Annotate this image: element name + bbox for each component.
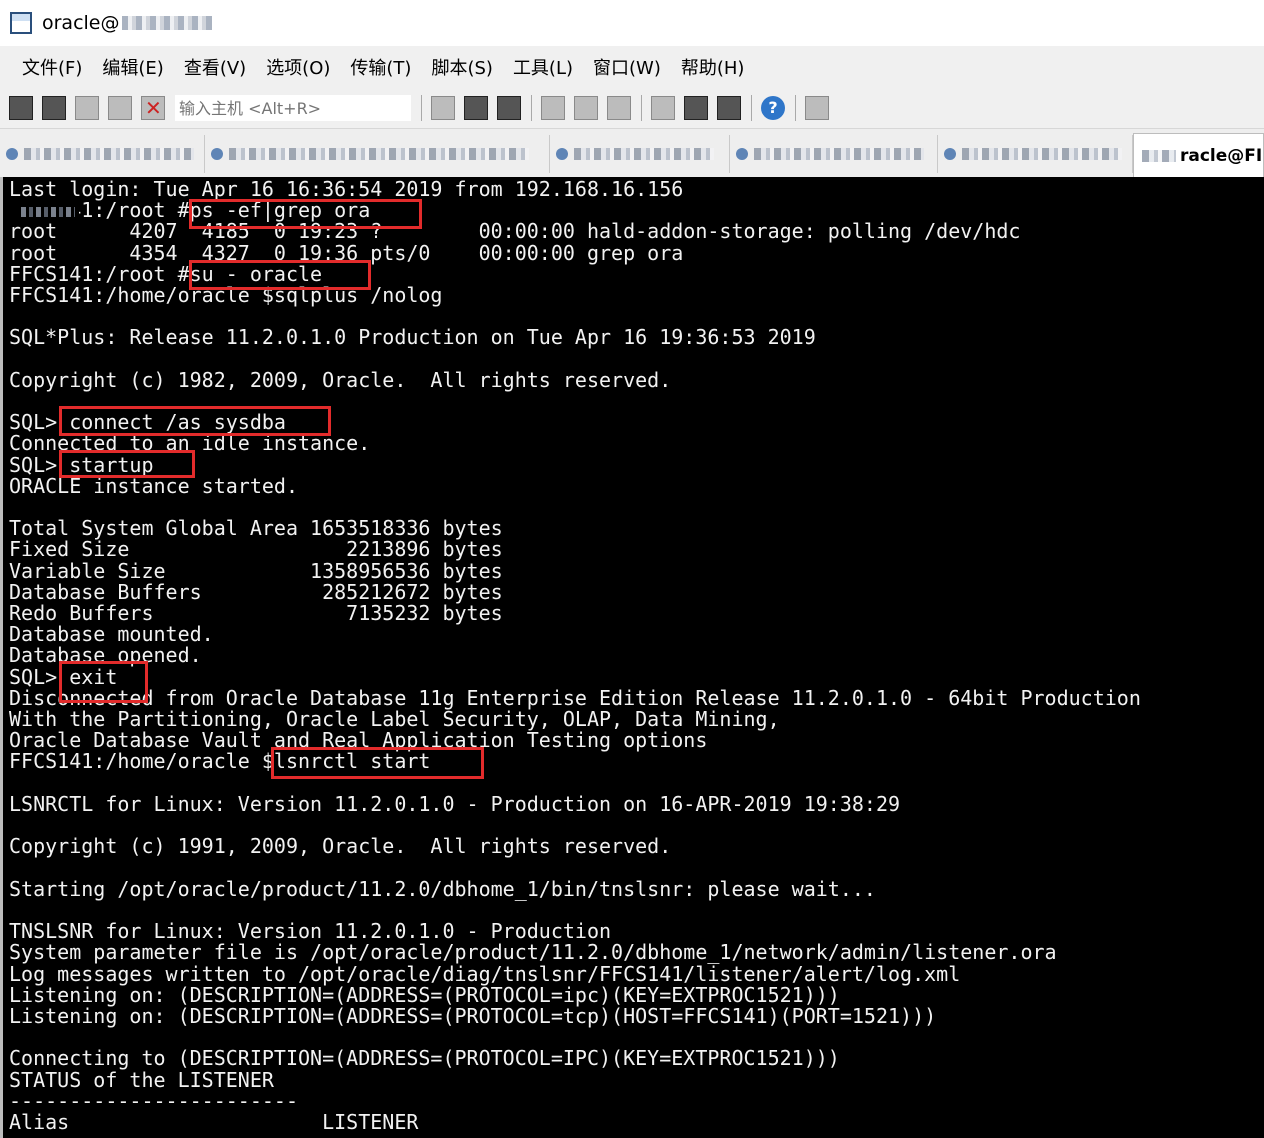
menu-options[interactable]: 选项(O): [266, 54, 330, 80]
redacted-tab-label: [229, 148, 529, 160]
reconnect-icon[interactable]: [108, 96, 132, 120]
redacted-tab-label: [574, 148, 714, 160]
print-screen-icon[interactable]: [574, 96, 598, 120]
terminal-line: LSNRCTL for Linux: Version 11.2.0.1.0 - …: [9, 791, 901, 816]
redacted-tab-label: [1142, 149, 1176, 162]
menu-transfer[interactable]: 传输(T): [350, 54, 411, 80]
terminal-line: Copyright (c) 1982, 2009, Oracle. All ri…: [9, 367, 672, 392]
session-tab[interactable]: [205, 135, 550, 173]
find-icon[interactable]: [497, 96, 521, 120]
global-options-icon[interactable]: [684, 96, 708, 120]
toolbar-separator: [751, 95, 752, 121]
session-icon: [556, 148, 568, 160]
title-bar: oracle@: [0, 0, 1264, 46]
terminal-line: ORACLE instance started.: [9, 473, 298, 498]
terminal-line: Alias LISTENER: [9, 1109, 419, 1134]
connect-icon[interactable]: [9, 96, 33, 120]
session-tabs: racle@FI: [0, 129, 1264, 177]
host-input[interactable]: [175, 95, 411, 121]
redacted-hostname-blur: [21, 207, 75, 217]
toolbar-separator: [421, 95, 422, 121]
terminal-line: FFCS141:/home/oracle $sqlplus /nolog: [9, 283, 443, 308]
session-tab-active[interactable]: racle@FI: [1133, 133, 1264, 177]
terminal[interactable]: Last login: Tue Apr 16 16:36:54 2019 fro…: [0, 177, 1264, 1138]
active-tab-label: racle@FI: [1180, 145, 1263, 166]
session-tab[interactable]: [0, 135, 205, 173]
redacted-tab-label: [24, 148, 194, 160]
window-title: oracle@: [42, 12, 120, 34]
keymap-icon[interactable]: [717, 96, 741, 120]
menu-bar: 文件(F) 编辑(E) 查看(V) 选项(O) 传输(T) 脚本(S) 工具(L…: [0, 46, 1264, 88]
menu-window[interactable]: 窗口(W): [593, 54, 661, 80]
session-icon: [211, 148, 223, 160]
terminal-line: Copyright (c) 1991, 2009, Oracle. All ri…: [9, 834, 672, 859]
print-icon[interactable]: [541, 96, 565, 120]
help-icon[interactable]: ?: [761, 96, 785, 120]
menu-edit[interactable]: 编辑(E): [102, 54, 163, 80]
session-tab[interactable]: [550, 135, 730, 173]
quick-connect-icon[interactable]: [42, 96, 66, 120]
toolbar-separator: [795, 95, 796, 121]
terminal-line: SQL*Plus: Release 11.2.0.1.0 Production …: [9, 325, 816, 350]
paste-icon[interactable]: [464, 96, 488, 120]
session-tab[interactable]: [938, 135, 1133, 173]
menu-tools[interactable]: 工具(L): [513, 54, 573, 80]
terminal-line: Starting /opt/oracle/product/11.2.0/dbho…: [9, 876, 876, 901]
toolbar-separator: [641, 95, 642, 121]
terminal-line: FFCS141:/home/oracle $lsnrctl start: [9, 749, 431, 774]
redacted-host: [121, 16, 212, 30]
menu-view[interactable]: 查看(V): [184, 54, 246, 80]
session-tab[interactable]: [730, 135, 938, 173]
print-setup-icon[interactable]: [607, 96, 631, 120]
session-icon: [736, 148, 748, 160]
menu-help[interactable]: 帮助(H): [681, 54, 745, 80]
copy-icon[interactable]: [431, 96, 455, 120]
terminal-line: Listening on: (DESCRIPTION=(ADDRESS=(PRO…: [9, 1003, 937, 1028]
session-icon: [6, 148, 18, 160]
disconnect-icon[interactable]: [141, 96, 165, 120]
terminal-output: Last login: Tue Apr 16 16:36:54 2019 fro…: [3, 177, 1264, 1133]
session-options-icon[interactable]: [651, 96, 675, 120]
menu-file[interactable]: 文件(F): [22, 54, 82, 80]
menu-script[interactable]: 脚本(S): [431, 54, 492, 80]
app-icon: [10, 12, 32, 34]
sftp-icon[interactable]: [805, 96, 829, 120]
toolbar: ?: [0, 88, 1264, 129]
session-icon: [944, 148, 956, 160]
redacted-tab-label: [962, 148, 1122, 160]
connect-tab-icon[interactable]: [75, 96, 99, 120]
redacted-tab-label: [754, 148, 924, 160]
toolbar-separator: [531, 95, 532, 121]
